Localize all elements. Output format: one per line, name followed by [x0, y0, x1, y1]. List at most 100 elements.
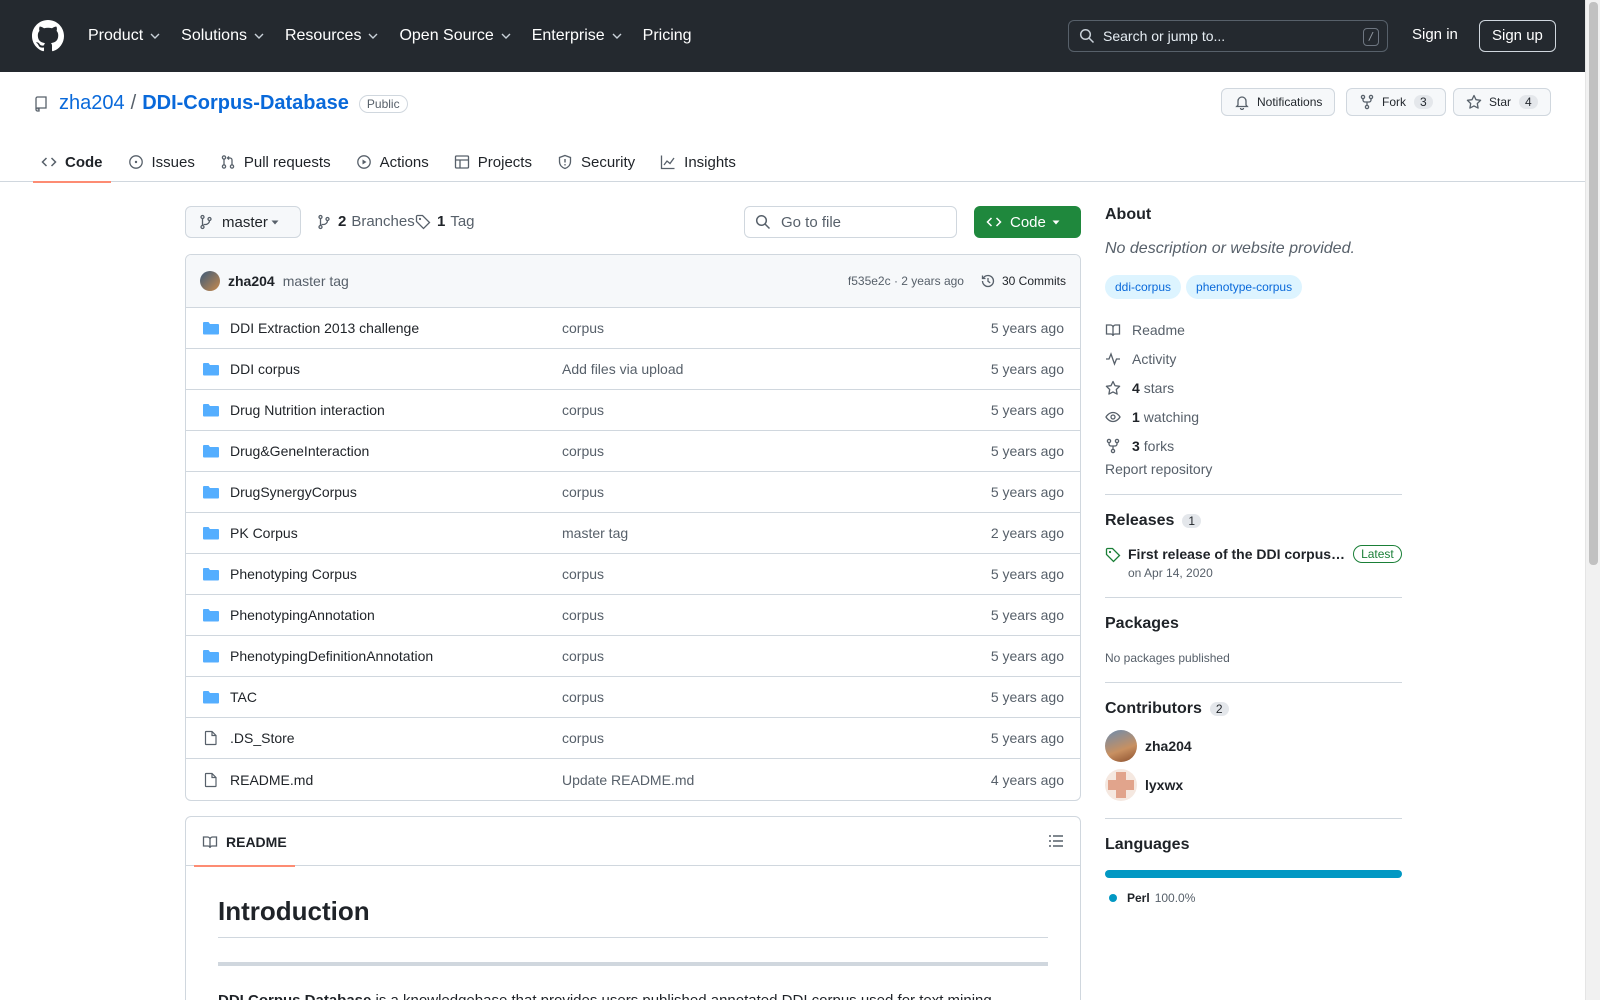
file-name-link[interactable]: .DS_Store — [230, 730, 562, 746]
topic-tag[interactable]: ddi-corpus — [1105, 275, 1182, 299]
packages-title-label: Packages — [1105, 615, 1179, 632]
nav-enterprise[interactable]: Enterprise — [532, 27, 623, 45]
file-name-link[interactable]: Drug Nutrition interaction — [230, 402, 562, 418]
file-name-link[interactable]: DDI Extraction 2013 challenge — [230, 320, 562, 336]
table-row[interactable]: .DS_Store corpus 5 years ago — [186, 718, 1080, 759]
file-commit-message[interactable]: corpus — [562, 484, 991, 500]
readme-paragraph-text: is a knowledgebase that provides users p… — [371, 992, 996, 1000]
star-button[interactable]: Star 4 — [1453, 88, 1551, 116]
commit-author-link[interactable]: zha204 — [228, 273, 275, 289]
tab-security-label: Security — [580, 153, 636, 171]
list-outline-icon[interactable] — [1048, 833, 1064, 849]
packages-title[interactable]: Packages — [1105, 615, 1402, 633]
file-name-link[interactable]: Phenotyping Corpus — [230, 566, 562, 582]
table-row[interactable]: Drug Nutrition interaction corpus 5 years … — [186, 390, 1080, 431]
readme-heading: Introduction — [218, 896, 1048, 938]
issue-icon — [128, 155, 143, 169]
stars-link[interactable]: 4 stars — [1105, 373, 1402, 402]
file-commit-message[interactable]: Add files via upload — [562, 361, 991, 377]
forks-link[interactable]: 3 forks — [1105, 431, 1402, 460]
watching-link[interactable]: 1 watching — [1105, 402, 1402, 431]
table-row[interactable]: README.md Update README.md 4 years ago — [186, 759, 1080, 800]
table-row[interactable]: PhenotypingAnnotation corpus 5 years ago — [186, 595, 1080, 636]
github-logo-icon[interactable] — [32, 20, 64, 52]
table-row[interactable]: TAC corpus 5 years ago — [186, 677, 1080, 718]
readme-tab[interactable]: README — [194, 817, 295, 867]
code-dropdown-button[interactable]: Code — [974, 206, 1081, 238]
file-name-link[interactable]: Drug&GeneInteraction — [230, 443, 562, 459]
file-commit-message[interactable]: corpus — [562, 648, 991, 664]
fork-icon — [1360, 94, 1374, 110]
repo-separator: / — [130, 92, 137, 114]
report-repository-link[interactable]: Report repository — [1105, 461, 1402, 477]
file-commit-message[interactable]: corpus — [562, 730, 991, 746]
sign-up-button[interactable]: Sign up — [1479, 20, 1556, 52]
file-name-link[interactable]: PhenotypingAnnotation — [230, 607, 562, 623]
table-row[interactable]: DrugSynergyCorpus corpus 5 years ago — [186, 472, 1080, 513]
nav-open-source[interactable]: Open Source — [399, 27, 511, 45]
file-commit-message[interactable]: corpus — [562, 689, 991, 705]
page-scrollbar[interactable] — [1585, 0, 1600, 1000]
tags-link[interactable]: 1 Tag — [415, 213, 475, 230]
file-commit-message[interactable]: master tag — [562, 525, 991, 541]
table-row[interactable]: PhenotypingDefinitionAnnotation corpus 5 y… — [186, 636, 1080, 677]
notifications-button[interactable]: Notifications — [1221, 88, 1336, 116]
file-commit-message[interactable]: Update README.md — [562, 772, 991, 788]
nav-product[interactable]: Product — [88, 27, 161, 45]
nav-solutions[interactable]: Solutions — [181, 27, 265, 45]
branches-link[interactable]: 2 Branches — [316, 213, 415, 230]
file-commit-message[interactable]: corpus — [562, 402, 991, 418]
scrollbar-thumb[interactable] — [1589, 2, 1598, 565]
about-stats: Readme Activity 4 stars 1 watching 3 for… — [1105, 315, 1402, 460]
contributor-item[interactable]: lyxwx — [1105, 769, 1402, 801]
table-row[interactable]: DDI Extraction 2013 challenge corpus 5 yea… — [186, 308, 1080, 349]
tab-insights[interactable]: Insights — [652, 142, 744, 182]
tab-code[interactable]: Code — [33, 142, 111, 183]
table-row[interactable]: PK Corpus master tag 2 years ago — [186, 513, 1080, 554]
search-input[interactable]: Search or jump to... / — [1068, 20, 1388, 52]
star-icon — [1105, 380, 1121, 395]
file-commit-date: 5 years ago — [990, 648, 1064, 664]
branch-selector[interactable]: master — [185, 206, 301, 238]
commit-hash-time[interactable]: f535e2c · 2 years ago — [848, 274, 964, 288]
topic-tag[interactable]: phenotype-corpus — [1186, 275, 1303, 299]
repo-name-link[interactable]: DDI-Corpus-Database — [142, 92, 349, 115]
tab-security[interactable]: Security — [549, 142, 643, 182]
tab-issues[interactable]: Issues — [120, 142, 203, 182]
sign-in-link[interactable]: Sign in — [1412, 26, 1458, 43]
fork-button[interactable]: Fork 3 — [1346, 88, 1446, 116]
tab-pull-requests[interactable]: Pull requests — [212, 142, 339, 182]
file-name-link[interactable]: TAC — [230, 689, 562, 705]
table-row[interactable]: Drug&GeneInteraction corpus 5 years ago — [186, 431, 1080, 472]
repo-owner-link[interactable]: zha204 — [59, 92, 125, 115]
nav-resources[interactable]: Resources — [285, 27, 379, 45]
file-name-link[interactable]: DDI corpus — [230, 361, 562, 377]
tab-actions[interactable]: Actions — [348, 142, 437, 182]
release-name[interactable]: First release of the DDI corpus… — [1128, 546, 1345, 562]
release-info: First release of the DDI corpus… Latest … — [1128, 545, 1402, 580]
contributors-title[interactable]: Contributors 2 — [1105, 700, 1402, 718]
nav-pricing[interactable]: Pricing — [643, 27, 692, 45]
file-commit-message[interactable]: corpus — [562, 320, 991, 336]
file-name-link[interactable]: PK Corpus — [230, 525, 562, 541]
file-commit-message[interactable]: corpus — [562, 566, 991, 582]
commits-history-link[interactable]: 30 Commits — [980, 273, 1066, 289]
file-commit-message[interactable]: corpus — [562, 443, 991, 459]
table-row[interactable]: Phenotyping Corpus corpus 5 years ago — [186, 554, 1080, 595]
tab-code-label: Code — [65, 153, 103, 171]
latest-release[interactable]: First release of the DDI corpus… Latest … — [1105, 545, 1402, 580]
activity-link[interactable]: Activity — [1105, 344, 1402, 373]
file-name-link[interactable]: PhenotypingDefinitionAnnotation — [230, 648, 562, 664]
file-name-link[interactable]: DrugSynergyCorpus — [230, 484, 562, 500]
go-to-file-input[interactable]: Go to file — [744, 206, 957, 238]
avatar[interactable] — [200, 271, 220, 291]
language-item[interactable]: Perl 100.0% — [1105, 891, 1402, 905]
readme-link[interactable]: Readme — [1105, 315, 1402, 344]
table-row[interactable]: DDI corpus Add files via upload 5 years ag… — [186, 349, 1080, 390]
commit-message-link[interactable]: master tag — [283, 273, 349, 289]
file-name-link[interactable]: README.md — [230, 772, 562, 788]
file-commit-message[interactable]: corpus — [562, 607, 991, 623]
releases-title[interactable]: Releases 1 — [1105, 512, 1402, 530]
contributor-item[interactable]: zha204 — [1105, 730, 1402, 762]
tab-projects[interactable]: Projects — [446, 142, 540, 182]
